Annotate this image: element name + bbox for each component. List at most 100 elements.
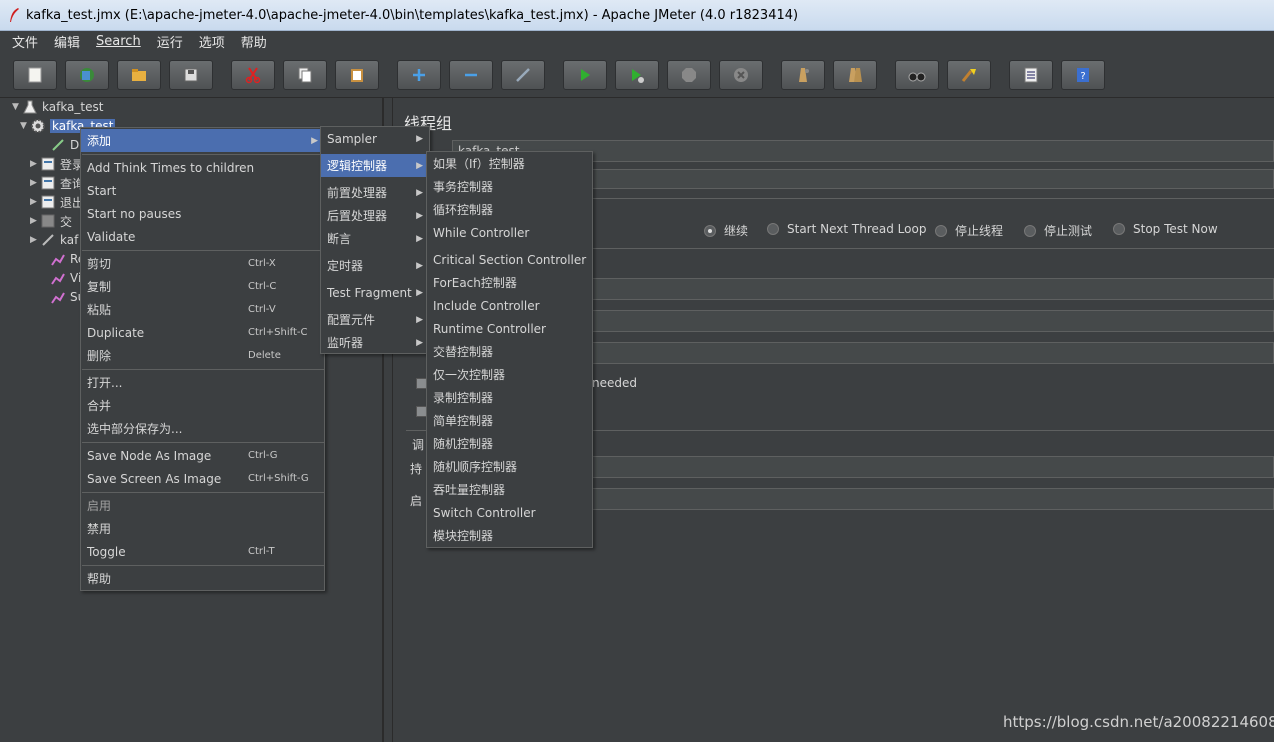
help-button[interactable]: ? xyxy=(1061,60,1105,90)
menu-item-duplicate[interactable]: Duplicate Ctrl+Shift-C xyxy=(81,321,324,344)
logic-item-once-only[interactable]: 仅一次控制器 xyxy=(427,363,592,386)
function-helper-button[interactable] xyxy=(1009,60,1053,90)
menu-item-merge[interactable]: 合并 xyxy=(81,394,324,417)
new-button[interactable] xyxy=(13,60,57,90)
submenu-item-listener[interactable]: 监听器 ▶ xyxy=(321,331,429,354)
duration-field[interactable] xyxy=(584,456,1274,478)
expand-arrow-icon[interactable]: ▼ xyxy=(12,102,22,112)
cut-button[interactable] xyxy=(231,60,275,90)
search-button[interactable] xyxy=(895,60,939,90)
open-button[interactable] xyxy=(117,60,161,90)
logic-item-recording[interactable]: 录制控制器 xyxy=(427,386,592,409)
menu-help[interactable]: 帮助 xyxy=(233,32,275,51)
radio-continue[interactable]: 继续 xyxy=(704,222,748,239)
submenu-item-sampler[interactable]: Sampler ▶ xyxy=(321,127,429,150)
clear-all-button[interactable] xyxy=(833,60,877,90)
expand-arrow-icon[interactable]: ▼ xyxy=(20,121,30,131)
menu-item-validate[interactable]: Validate xyxy=(81,225,324,248)
menu-item-delete[interactable]: 删除 Delete xyxy=(81,344,324,367)
logic-item-random-order[interactable]: 随机顺序控制器 xyxy=(427,455,592,478)
save-button[interactable] xyxy=(169,60,213,90)
copy-icon xyxy=(298,67,312,83)
stop-button[interactable] xyxy=(667,60,711,90)
logic-item-foreach[interactable]: ForEach控制器 xyxy=(427,271,592,294)
menu-item-add[interactable]: 添加 ▶ xyxy=(81,129,324,152)
logic-item-critical-section[interactable]: Critical Section Controller xyxy=(427,248,592,271)
expand-all-button[interactable] xyxy=(397,60,441,90)
logic-item-transaction[interactable]: 事务控制器 xyxy=(427,175,592,198)
submenu-item-timer[interactable]: 定时器 ▶ xyxy=(321,254,429,277)
radio-start-next-loop[interactable]: Start Next Thread Loop xyxy=(767,222,926,236)
menu-item-cut[interactable]: 剪切 Ctrl-X xyxy=(81,252,324,275)
list-icon xyxy=(1024,67,1038,83)
logic-item-random[interactable]: 随机控制器 xyxy=(427,432,592,455)
play-icon xyxy=(581,69,590,81)
startup-delay-field[interactable] xyxy=(584,488,1274,510)
menu-item-copy[interactable]: 复制 Ctrl-C xyxy=(81,275,324,298)
logic-item-loop[interactable]: 循环控制器 xyxy=(427,198,592,221)
start-button[interactable] xyxy=(563,60,607,90)
menu-item-start-no-pauses[interactable]: Start no pauses xyxy=(81,202,324,225)
toggle-button[interactable] xyxy=(501,60,545,90)
shutdown-button[interactable] xyxy=(719,60,763,90)
logic-item-module[interactable]: 模块控制器 xyxy=(427,524,592,547)
menu-item-open[interactable]: 打开... xyxy=(81,371,324,394)
menu-options[interactable]: 选项 xyxy=(191,32,233,51)
copy-button[interactable] xyxy=(283,60,327,90)
submenu-item-assertion[interactable]: 断言 ▶ xyxy=(321,227,429,250)
reset-search-button[interactable] xyxy=(947,60,991,90)
menu-run[interactable]: 运行 xyxy=(149,32,191,51)
radio-stop-test[interactable]: 停止测试 xyxy=(1024,222,1092,239)
menu-item-paste[interactable]: 粘贴 Ctrl-V xyxy=(81,298,324,321)
submenu-item-test-fragment[interactable]: Test Fragment ▶ xyxy=(321,281,429,304)
minus-icon xyxy=(465,73,477,77)
logic-item-include[interactable]: Include Controller xyxy=(427,294,592,317)
menu-item-save-selection[interactable]: 选中部分保存为... xyxy=(81,417,324,440)
templates-icon xyxy=(80,68,94,82)
menu-item-toggle[interactable]: Toggle Ctrl-T xyxy=(81,540,324,563)
menu-search[interactable]: Search xyxy=(88,34,149,49)
submenu-item-logic-controller[interactable]: 逻辑控制器 ▶ xyxy=(321,154,429,177)
logic-item-throughput[interactable]: 吞吐量控制器 xyxy=(427,478,592,501)
logic-item-if[interactable]: 如果（If）控制器 xyxy=(427,152,592,175)
radio-stop-thread[interactable]: 停止线程 xyxy=(935,222,1003,239)
menu-item-disable[interactable]: 禁用 xyxy=(81,517,324,540)
menu-file[interactable]: 文件 xyxy=(4,32,46,51)
templates-button[interactable] xyxy=(65,60,109,90)
loop-count-field[interactable] xyxy=(584,342,1274,364)
menu-item-think-times[interactable]: Add Think Times to children xyxy=(81,156,324,179)
paste-button[interactable] xyxy=(335,60,379,90)
tree-node-child[interactable]: ▶ kaf xyxy=(30,231,78,249)
tree-node-child[interactable]: ▶ 查询 xyxy=(30,174,84,192)
tree-node-child[interactable]: ▶ 交 xyxy=(30,212,72,230)
tree-node-child[interactable]: ▶ 登录 xyxy=(30,155,84,173)
radio-stop-test-now[interactable]: Stop Test Now xyxy=(1113,222,1218,236)
menu-item-save-screen-image[interactable]: Save Screen As Image Ctrl+Shift-G xyxy=(81,467,324,490)
submenu-item-pre-processor[interactable]: 前置处理器 ▶ xyxy=(321,181,429,204)
logic-item-interleave[interactable]: 交替控制器 xyxy=(427,340,592,363)
submenu-item-post-processor[interactable]: 后置处理器 ▶ xyxy=(321,204,429,227)
logic-item-switch[interactable]: Switch Controller xyxy=(427,501,592,524)
clear-button[interactable] xyxy=(781,60,825,90)
tree-node-child[interactable]: ▶ 退出 xyxy=(30,193,84,211)
tree-node-child[interactable]: Re xyxy=(40,250,85,268)
menu-item-help[interactable]: 帮助 xyxy=(81,567,324,590)
submenu-arrow-icon: ▶ xyxy=(416,314,423,325)
menu-item-save-node-image[interactable]: Save Node As Image Ctrl-G xyxy=(81,444,324,467)
logic-item-while[interactable]: While Controller xyxy=(427,221,592,244)
logic-item-runtime[interactable]: Runtime Controller xyxy=(427,317,592,340)
menu-item-enable[interactable]: 启用 xyxy=(81,494,324,517)
start-no-pauses-button[interactable] xyxy=(615,60,659,90)
controller-disabled-icon xyxy=(41,214,55,228)
threads-field[interactable] xyxy=(584,278,1274,300)
submenu-item-config-element[interactable]: 配置元件 ▶ xyxy=(321,308,429,331)
help-icon: ? xyxy=(1077,68,1089,82)
logic-item-simple[interactable]: 简单控制器 xyxy=(427,409,592,432)
collapse-all-button[interactable] xyxy=(449,60,493,90)
tree-node-root[interactable]: ▼ kafka_test xyxy=(12,98,103,116)
ramp-up-field[interactable] xyxy=(584,310,1274,332)
menu-edit[interactable]: 编辑 xyxy=(46,32,88,51)
menu-item-start[interactable]: Start xyxy=(81,179,324,202)
tree-node-child[interactable]: Su xyxy=(40,288,85,306)
pen-icon xyxy=(52,139,64,151)
